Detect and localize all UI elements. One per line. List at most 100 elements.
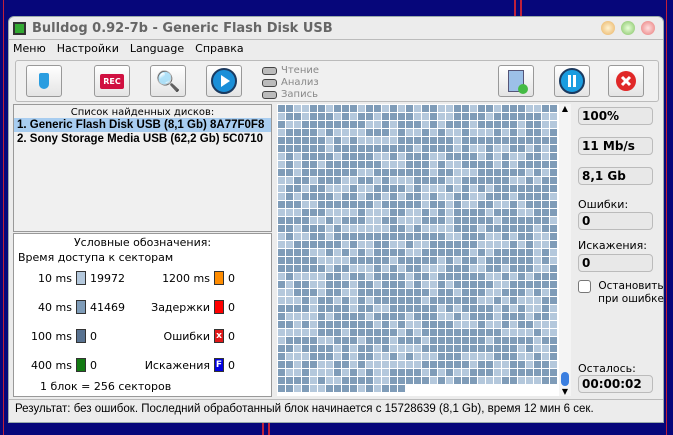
sector-block bbox=[422, 105, 429, 112]
sector-block bbox=[430, 233, 437, 240]
sector-block bbox=[406, 145, 413, 152]
sector-block bbox=[366, 177, 373, 184]
sector-block bbox=[310, 121, 317, 128]
disk-item[interactable]: 1. Generic Flash Disk USB (8,1 Gb) 8A77F… bbox=[14, 118, 271, 132]
sector-block bbox=[430, 369, 437, 376]
sector-block bbox=[454, 313, 461, 320]
sector-block bbox=[478, 305, 485, 312]
sector-block bbox=[342, 129, 349, 136]
sector-block bbox=[422, 241, 429, 248]
sector-block bbox=[542, 273, 549, 280]
scroll-up-icon[interactable]: ▲ bbox=[559, 104, 571, 113]
sector-block bbox=[414, 145, 421, 152]
sector-block bbox=[350, 369, 357, 376]
sector-block bbox=[478, 257, 485, 264]
close-button[interactable] bbox=[641, 21, 655, 35]
analyze-button[interactable]: 🔍 bbox=[150, 65, 186, 97]
menu-item-help[interactable]: Справка bbox=[195, 42, 243, 55]
disk-item[interactable]: 2. Sony Storage Media USB (62,2 Gb) 5C07… bbox=[14, 132, 271, 146]
sector-block bbox=[398, 265, 405, 272]
sector-block bbox=[310, 249, 317, 256]
sector-block bbox=[278, 193, 285, 200]
menu-item-language[interactable]: Language bbox=[130, 42, 184, 55]
sector-block bbox=[350, 105, 357, 112]
sector-block bbox=[334, 121, 341, 128]
sector-block bbox=[486, 353, 493, 360]
sector-block bbox=[326, 217, 333, 224]
sector-block bbox=[502, 129, 509, 136]
sector-block bbox=[310, 321, 317, 328]
sector-block bbox=[302, 169, 309, 176]
sector-block bbox=[470, 225, 477, 232]
scrollbar[interactable]: ▲ ▼ bbox=[559, 104, 571, 396]
sector-block bbox=[414, 265, 421, 272]
sector-block bbox=[422, 185, 429, 192]
sector-block bbox=[550, 265, 557, 272]
stop-on-error-checkbox[interactable] bbox=[578, 280, 591, 293]
sector-block bbox=[294, 273, 301, 280]
sector-block bbox=[350, 265, 357, 272]
new-report-button[interactable] bbox=[498, 65, 534, 97]
stop-on-error-option[interactable]: Остановить при ошибке bbox=[578, 280, 666, 306]
sector-block bbox=[542, 313, 549, 320]
sector-block bbox=[550, 281, 557, 288]
sector-block bbox=[318, 289, 325, 296]
sector-block bbox=[526, 345, 533, 352]
sector-block bbox=[414, 289, 421, 296]
sector-block bbox=[318, 137, 325, 144]
sector-block bbox=[334, 273, 341, 280]
sector-block bbox=[478, 289, 485, 296]
start-button[interactable] bbox=[206, 65, 242, 97]
sector-block bbox=[390, 353, 397, 360]
sector-block bbox=[286, 257, 293, 264]
sector-block bbox=[358, 361, 365, 368]
sector-block bbox=[278, 105, 285, 112]
sector-block bbox=[518, 233, 525, 240]
stop-button[interactable] bbox=[608, 65, 644, 97]
sector-block bbox=[550, 377, 557, 384]
sector-block bbox=[542, 257, 549, 264]
pause-button[interactable] bbox=[554, 65, 590, 97]
sector-block bbox=[366, 273, 373, 280]
sector-block bbox=[382, 329, 389, 336]
sector-block bbox=[390, 329, 397, 336]
sector-block bbox=[502, 345, 509, 352]
sector-block bbox=[374, 361, 381, 368]
scroll-down-icon[interactable]: ▼ bbox=[559, 387, 571, 396]
menu-item-menu[interactable]: Меню bbox=[13, 42, 46, 55]
sector-block bbox=[278, 161, 285, 168]
sector-block bbox=[494, 121, 501, 128]
sector-block bbox=[526, 377, 533, 384]
menu-item-settings[interactable]: Настройки bbox=[57, 42, 119, 55]
sector-block bbox=[462, 281, 469, 288]
sector-block bbox=[510, 257, 517, 264]
sector-block bbox=[478, 313, 485, 320]
sector-block bbox=[422, 121, 429, 128]
sector-block bbox=[342, 161, 349, 168]
maximize-button[interactable] bbox=[621, 21, 635, 35]
sector-block bbox=[542, 105, 549, 112]
sector-block bbox=[462, 321, 469, 328]
sector-block bbox=[326, 385, 333, 392]
sector-block bbox=[374, 137, 381, 144]
sector-block bbox=[454, 337, 461, 344]
sector-block bbox=[446, 217, 453, 224]
scroll-thumb[interactable] bbox=[561, 372, 569, 386]
select-drive-button[interactable] bbox=[26, 65, 62, 97]
sector-block bbox=[334, 129, 341, 136]
sector-block bbox=[374, 345, 381, 352]
sector-block bbox=[486, 161, 493, 168]
sector-block bbox=[422, 257, 429, 264]
progress-value: 100% bbox=[578, 107, 653, 125]
sector-block bbox=[502, 145, 509, 152]
sector-block bbox=[406, 265, 413, 272]
sector-block bbox=[542, 233, 549, 240]
sector-block bbox=[430, 217, 437, 224]
sector-block bbox=[406, 193, 413, 200]
sector-block bbox=[334, 193, 341, 200]
sector-block bbox=[382, 313, 389, 320]
remaining-label: Осталось: bbox=[578, 362, 636, 375]
color-swatch-icon bbox=[76, 358, 86, 372]
minimize-button[interactable] bbox=[601, 21, 615, 35]
record-button[interactable]: REC bbox=[94, 65, 130, 97]
